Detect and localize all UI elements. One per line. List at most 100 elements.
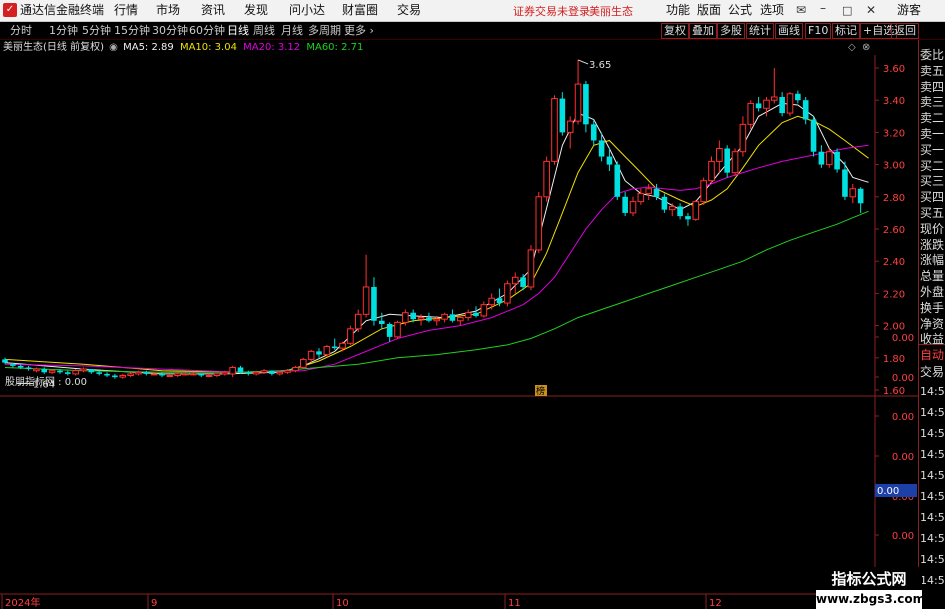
- period-more-label: 更多: [344, 24, 366, 37]
- candle-body: [433, 318, 441, 322]
- period-30min[interactable]: 30分钟: [152, 23, 188, 38]
- candle-body: [724, 148, 730, 173]
- f10-button[interactable]: F10: [805, 23, 832, 39]
- sidebar-quote-label: 卖三: [920, 95, 945, 110]
- candle-body: [488, 297, 495, 306]
- date-axis: 2024年 9 10 11 12: [1, 594, 722, 609]
- menu-discover[interactable]: 发现: [244, 2, 268, 19]
- period-15min[interactable]: 15分钟: [114, 23, 150, 38]
- candle-body: [842, 169, 848, 197]
- maximize-icon[interactable]: □: [842, 2, 852, 19]
- period-monthly[interactable]: 月线: [281, 23, 303, 38]
- candle-body: [441, 313, 448, 320]
- eye-icon[interactable]: ◉: [109, 42, 118, 53]
- sidebar-quote-label: 卖一: [920, 127, 945, 141]
- price-tick-label: 3.00: [883, 161, 905, 172]
- close-panel-icon[interactable]: ⊗: [862, 40, 870, 55]
- candle-body: [779, 96, 785, 114]
- price-tick-label: 3.20: [883, 128, 905, 139]
- candle-body: [849, 188, 857, 198]
- candle-body: [276, 371, 284, 375]
- mark-button[interactable]: 标记: [832, 23, 860, 39]
- candle-body: [57, 370, 63, 373]
- menu-news[interactable]: 资讯: [201, 2, 225, 19]
- price-tick-label: 2.40: [883, 257, 905, 268]
- period-multi[interactable]: 多周期: [308, 23, 341, 38]
- sidebar-quote-label: 现价: [920, 221, 945, 236]
- title-bar: ✓ 通达信金融终端 行情 市场 资讯 发现 问小达 财富圈 交易 证券交易未登录…: [0, 0, 945, 22]
- period-more[interactable]: 更多 ›: [344, 23, 374, 38]
- overlay-button[interactable]: 叠加: [689, 23, 717, 39]
- sidebar-time: 14:56: [920, 406, 945, 419]
- menu-layout[interactable]: 版面: [697, 2, 721, 19]
- candle-body: [48, 370, 56, 373]
- high-label: 3.65: [589, 60, 611, 71]
- sidebar-quote-label: 买四: [920, 190, 945, 205]
- login-warning[interactable]: 证券交易未登录: [513, 3, 590, 20]
- candle-body: [65, 372, 71, 374]
- sidebar-time: 14:56: [920, 427, 945, 440]
- candle-body: [692, 201, 700, 220]
- diamond-icon[interactable]: ◇: [848, 40, 856, 55]
- minimize-icon[interactable]: –: [820, 0, 826, 17]
- menu-options[interactable]: 选项: [760, 2, 784, 19]
- back-button[interactable]: 返回: [891, 23, 919, 39]
- close-icon[interactable]: ✕: [866, 2, 876, 19]
- candle-body: [685, 216, 691, 220]
- period-1min[interactable]: 1分钟: [49, 23, 78, 38]
- date-tick-label: 9: [151, 598, 157, 609]
- menu-wealth-circle[interactable]: 财富圈: [342, 2, 378, 19]
- sidebar-quote-label: 涨跌: [920, 237, 945, 252]
- period-5min[interactable]: 5分钟: [82, 23, 111, 38]
- menu-quotes[interactable]: 行情: [114, 2, 138, 19]
- menu-market[interactable]: 市场: [156, 2, 180, 19]
- candle-body: [559, 98, 566, 133]
- candle-body: [354, 313, 362, 330]
- period-daily[interactable]: 日线: [227, 23, 249, 38]
- price-tick-label: 2.80: [883, 193, 905, 204]
- kline-chart[interactable]: 3.60 3.40 3.20 3.00 2.80 2.60 2.40 2.20 2.00 1.80…: [0, 55, 918, 609]
- indicator-label: 股朋指标网 : 0.00: [5, 375, 87, 388]
- rights-adjust-button[interactable]: 复权: [661, 23, 689, 39]
- candle-body: [300, 358, 307, 368]
- sidebar-quote-label: 外盘: [920, 285, 945, 299]
- menu-ask[interactable]: 问小达: [289, 2, 325, 19]
- candle-body: [417, 317, 425, 320]
- candle-body: [96, 372, 102, 374]
- period-timeshare[interactable]: 分时: [10, 23, 32, 38]
- high-marker-line: [577, 59, 589, 65]
- guest-button[interactable]: 游客: [897, 2, 921, 19]
- statistics-button[interactable]: 统计: [746, 23, 774, 39]
- app-title: 通达信金融终端: [20, 3, 105, 17]
- candle-body: [25, 367, 32, 370]
- candle-body: [2, 359, 8, 363]
- indicator-tick-label: 0.00: [892, 412, 914, 423]
- period-weekly[interactable]: 周线: [253, 23, 275, 38]
- candle-body: [802, 100, 809, 120]
- candle-body: [190, 373, 197, 376]
- price-tick-label: 1.80: [883, 354, 905, 365]
- draw-line-button[interactable]: 画线: [775, 23, 803, 39]
- multi-stock-button[interactable]: 多股: [717, 23, 745, 39]
- sidebar-auto-tab[interactable]: 自动: [920, 347, 944, 363]
- candle-body: [143, 372, 150, 374]
- candle-body: [598, 140, 605, 157]
- candle-body: [786, 93, 794, 114]
- sidebar-time: 14:56: [920, 553, 945, 566]
- date-tick-label: 2024年: [5, 596, 40, 609]
- menu-functions[interactable]: 功能: [666, 2, 690, 19]
- indicator-tick-label: 0.00: [892, 531, 914, 542]
- price-tick-label: 3.60: [883, 64, 905, 75]
- candle-body: [284, 370, 291, 373]
- candle-body: [700, 180, 707, 203]
- sidebar-time: 14:56: [920, 385, 945, 398]
- sidebar-divider: [919, 344, 945, 345]
- period-60min[interactable]: 60分钟: [189, 23, 225, 38]
- sidebar-trade-tab[interactable]: 交易: [920, 364, 944, 380]
- candle-body: [747, 102, 755, 125]
- sidebar-time: 14:56: [920, 532, 945, 545]
- menu-trade[interactable]: 交易: [397, 2, 421, 19]
- mail-icon[interactable]: ✉: [796, 2, 806, 19]
- menu-formula[interactable]: 公式: [728, 2, 752, 19]
- candle-body: [629, 201, 637, 214]
